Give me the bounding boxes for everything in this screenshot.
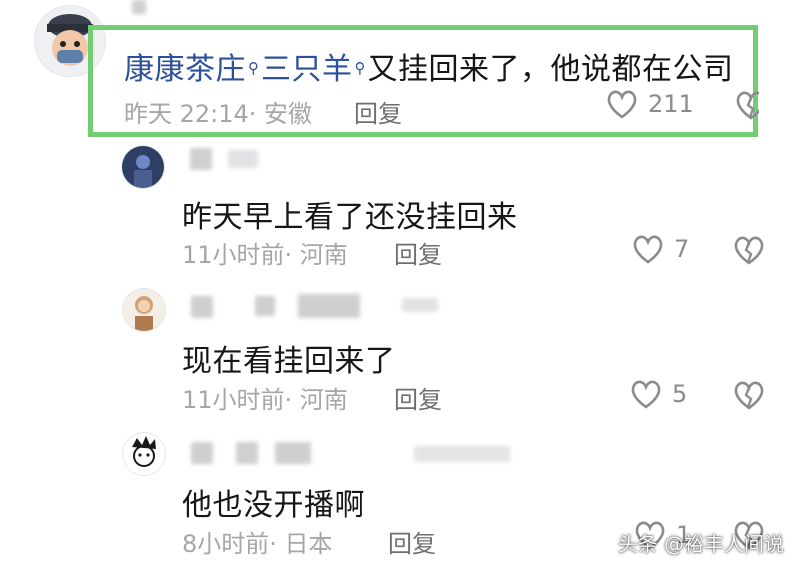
like-count: 211 — [648, 90, 694, 118]
broken-heart-icon — [734, 236, 764, 265]
reply-avatar[interactable] — [122, 432, 166, 476]
like-button[interactable]: 5 — [630, 379, 687, 409]
top-comment-text: 又挂回来了，他说都在公司 — [367, 52, 734, 87]
like-button[interactable]: 211 — [606, 89, 694, 119]
broken-heart-icon — [736, 91, 759, 120]
watermark: 头条 @裕丰人间说 — [617, 532, 784, 556]
top-comment-mention[interactable]: 三只羊 — [261, 52, 353, 87]
blurred-fragment — [132, 0, 146, 14]
search-icon[interactable]: ⚲ — [248, 59, 259, 77]
broken-heart-icon — [734, 381, 764, 410]
reply-meta: 11小时前· 河南 — [182, 380, 348, 415]
reply-avatar[interactable] — [122, 288, 166, 332]
blurred-username — [298, 294, 360, 318]
reply-text: 现在看挂回来了 — [182, 344, 396, 379]
reply-meta: 11小时前· 河南 — [182, 235, 348, 270]
blurred-username — [255, 296, 275, 316]
comment-time: 8小时前 — [182, 530, 270, 558]
like-button[interactable]: 7 — [632, 234, 689, 264]
search-icon[interactable]: ⚲ — [355, 59, 366, 77]
reply-meta: 8小时前· 日本 — [182, 524, 333, 559]
blurred-username — [190, 148, 212, 170]
comment-time: 11小时前 — [182, 241, 285, 269]
heart-outline-icon — [607, 90, 637, 119]
comment-location: · 安徽 — [248, 100, 313, 128]
avatar-illustration — [123, 289, 165, 331]
blurred-username — [191, 296, 213, 318]
reply-avatar[interactable] — [121, 145, 165, 189]
blurred-username — [402, 298, 438, 312]
comment-time: 昨天 22:14 — [124, 100, 249, 128]
reply-text: 昨天早上看了还没挂回来 — [182, 200, 518, 235]
top-comment-author[interactable]: 康康茶庄 — [124, 52, 246, 87]
top-comment-body: 康康茶庄 ⚲三只羊 ⚲又挂回来了，他说都在公司 — [124, 44, 734, 88]
reply-button[interactable]: 回复 — [394, 235, 442, 270]
dislike-button[interactable] — [733, 380, 765, 414]
reply-text: 他也没开播啊 — [182, 488, 365, 523]
dislike-button[interactable] — [733, 235, 765, 269]
comment-time: 11小时前 — [182, 386, 285, 414]
comment-location: · 日本 — [269, 530, 333, 558]
comment-location: · 河南 — [284, 241, 348, 269]
blurred-username — [275, 442, 311, 464]
reply-button[interactable]: 回复 — [354, 94, 402, 129]
comment-location: · 河南 — [284, 386, 348, 414]
avatar-illustration — [122, 146, 164, 188]
heart-outline-icon — [633, 235, 663, 264]
blurred-username — [414, 446, 510, 462]
top-comment-meta: 昨天 22:14· 安徽 — [124, 94, 312, 129]
blurred-username — [191, 442, 213, 464]
blurred-username — [228, 150, 258, 168]
reply-button[interactable]: 回复 — [388, 524, 436, 559]
like-count: 5 — [672, 380, 688, 408]
like-count: 7 — [674, 235, 690, 263]
reply-button[interactable]: 回复 — [394, 380, 442, 415]
heart-outline-icon — [631, 380, 661, 409]
avatar-illustration — [123, 433, 165, 475]
blurred-username — [236, 442, 258, 464]
dislike-button[interactable] — [735, 90, 759, 120]
